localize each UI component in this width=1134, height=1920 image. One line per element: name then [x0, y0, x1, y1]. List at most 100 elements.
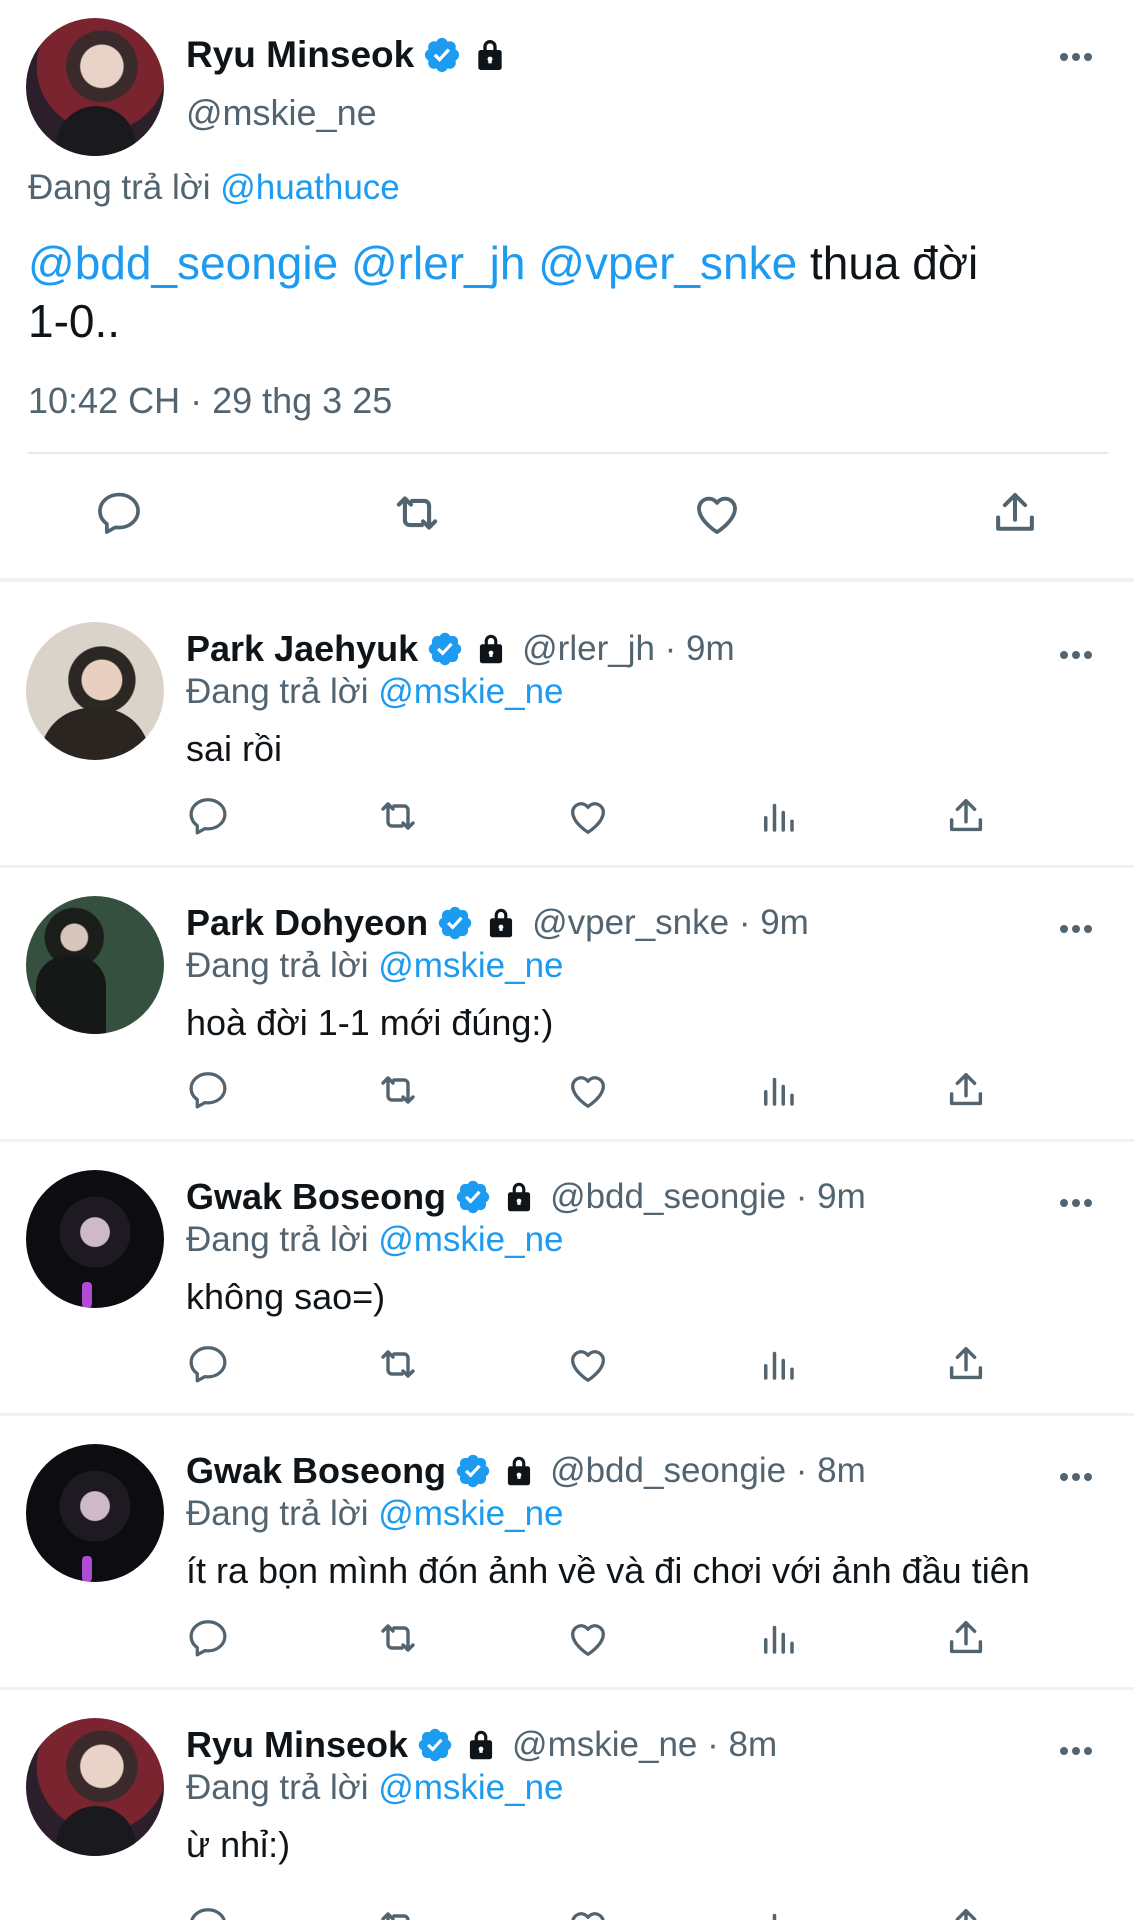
share-icon[interactable]	[942, 792, 990, 840]
more-icon[interactable]	[1058, 50, 1094, 68]
avatar[interactable]	[26, 896, 164, 1034]
mention-link[interactable]: @bdd_seongie	[28, 237, 338, 289]
reply-tweet[interactable]: Park Dohyeon @vper_snke · 9m Đang trả lờ…	[0, 868, 1134, 1142]
more-icon[interactable]	[1058, 1744, 1094, 1762]
reply-icon[interactable]	[90, 484, 148, 542]
lock-icon	[462, 1726, 500, 1764]
author-name[interactable]: Gwak Boseong	[186, 1450, 446, 1492]
author-meta[interactable]: @rler_jh · 9m	[522, 629, 735, 669]
timestamp[interactable]: 10:42 CH · 29 thg 3 25	[28, 380, 392, 422]
verified-badge-icon	[454, 1178, 492, 1216]
retweet-icon[interactable]	[374, 792, 422, 840]
reply-icon[interactable]	[184, 1066, 232, 1114]
replying-to-link[interactable]: @mskie_ne	[378, 946, 563, 985]
reply-tweet[interactable]: Ryu Minseok @mskie_ne · 8m Đang trả lời …	[0, 1690, 1134, 1920]
views-icon[interactable]	[754, 792, 802, 840]
action-bar	[0, 1340, 1134, 1390]
avatar[interactable]	[26, 18, 164, 156]
mention-link[interactable]: @rler_jh	[351, 237, 526, 289]
author-meta[interactable]: @vper_snke · 9m	[532, 903, 809, 943]
replying-to: Đang trả lời @mskie_ne	[186, 1220, 564, 1260]
reply-tweet[interactable]: Gwak Boseong @bdd_seongie · 8m Đang trả …	[0, 1416, 1134, 1690]
lock-icon	[500, 1452, 538, 1490]
avatar[interactable]	[26, 622, 164, 760]
author-meta[interactable]: @bdd_seongie · 9m	[550, 1177, 866, 1217]
retweet-icon[interactable]	[374, 1340, 422, 1388]
replying-to-link[interactable]: @mskie_ne	[378, 672, 563, 711]
like-icon[interactable]	[564, 1340, 612, 1388]
author-row: Ryu Minseok	[186, 34, 510, 76]
replying-to-link[interactable]: @huathuce	[220, 168, 400, 207]
replying-to-link[interactable]: @mskie_ne	[378, 1220, 563, 1259]
share-icon[interactable]	[942, 1066, 990, 1114]
author-handle[interactable]: @mskie_ne	[186, 92, 377, 134]
author-row: Ryu Minseok @mskie_ne · 8m	[186, 1724, 777, 1766]
author-row: Park Dohyeon @vper_snke · 9m	[186, 902, 809, 944]
author-name[interactable]: Park Jaehyuk	[186, 628, 418, 670]
like-icon[interactable]	[688, 484, 746, 542]
retweet-icon[interactable]	[374, 1066, 422, 1114]
tweet-text: không sao=)	[186, 1276, 386, 1317]
more-icon[interactable]	[1058, 648, 1094, 666]
views-icon[interactable]	[754, 1614, 802, 1662]
author-name[interactable]: Ryu Minseok	[186, 34, 414, 76]
author-meta[interactable]: @bdd_seongie · 8m	[550, 1451, 866, 1491]
tweet-text: ít ra bọn mình đón ảnh về và đi chơi với…	[186, 1550, 1030, 1591]
reply-tweet[interactable]: Park Jaehyuk @rler_jh · 9m Đang trả lời …	[0, 594, 1134, 868]
verified-badge-icon	[436, 904, 474, 942]
verified-badge-icon	[416, 1726, 454, 1764]
reply-icon[interactable]	[184, 1902, 232, 1920]
tweet-text: ừ nhỉ:)	[186, 1824, 291, 1865]
replying-to: Đang trả lời @mskie_ne	[186, 1768, 564, 1808]
main-tweet: Ryu Minseok @mskie_ne Đang trả lời @huat…	[0, 0, 1134, 580]
views-icon[interactable]	[754, 1902, 802, 1920]
retweet-icon[interactable]	[388, 484, 446, 542]
reply-icon[interactable]	[184, 1340, 232, 1388]
share-icon[interactable]	[942, 1614, 990, 1662]
action-bar	[0, 484, 1134, 554]
replying-to-link[interactable]: @mskie_ne	[378, 1494, 563, 1533]
replying-label: Đang trả lời	[186, 946, 369, 985]
reply-icon[interactable]	[184, 792, 232, 840]
like-icon[interactable]	[564, 1614, 612, 1662]
replying-to: Đang trả lời @mskie_ne	[186, 1494, 564, 1534]
divider	[28, 452, 1108, 454]
avatar[interactable]	[26, 1170, 164, 1308]
share-icon[interactable]	[986, 484, 1044, 542]
verified-badge-icon	[422, 35, 462, 75]
mention-link[interactable]: @vper_snke	[538, 237, 797, 289]
author-row: Park Jaehyuk @rler_jh · 9m	[186, 628, 735, 670]
tweet-text-rest: thua đời	[797, 237, 979, 289]
more-icon[interactable]	[1058, 1470, 1094, 1488]
like-icon[interactable]	[564, 1066, 612, 1114]
lock-icon	[482, 904, 520, 942]
author-meta[interactable]: @mskie_ne · 8m	[512, 1725, 777, 1765]
more-icon[interactable]	[1058, 1196, 1094, 1214]
share-icon[interactable]	[942, 1340, 990, 1388]
lock-icon	[500, 1178, 538, 1216]
views-icon[interactable]	[754, 1066, 802, 1114]
reply-tweet[interactable]: Gwak Boseong @bdd_seongie · 9m Đang trả …	[0, 1142, 1134, 1416]
verified-badge-icon	[426, 630, 464, 668]
retweet-icon[interactable]	[374, 1614, 422, 1662]
share-icon[interactable]	[942, 1902, 990, 1920]
action-bar	[0, 792, 1134, 842]
replying-to: Đang trả lời @huathuce	[28, 168, 400, 208]
author-row: Gwak Boseong @bdd_seongie · 9m	[186, 1176, 866, 1218]
avatar[interactable]	[26, 1718, 164, 1856]
author-name[interactable]: Park Dohyeon	[186, 902, 428, 944]
action-bar	[0, 1902, 1134, 1920]
author-name[interactable]: Ryu Minseok	[186, 1724, 408, 1766]
like-icon[interactable]	[564, 1902, 612, 1920]
replying-label: Đang trả lời	[28, 168, 211, 207]
more-icon[interactable]	[1058, 922, 1094, 940]
reply-icon[interactable]	[184, 1614, 232, 1662]
views-icon[interactable]	[754, 1340, 802, 1388]
replying-to-link[interactable]: @mskie_ne	[378, 1768, 563, 1807]
retweet-icon[interactable]	[374, 1902, 422, 1920]
like-icon[interactable]	[564, 792, 612, 840]
tweet-text: sai rồi	[186, 728, 283, 769]
avatar[interactable]	[26, 1444, 164, 1582]
author-name[interactable]: Gwak Boseong	[186, 1176, 446, 1218]
replying-label: Đang trả lời	[186, 672, 369, 711]
